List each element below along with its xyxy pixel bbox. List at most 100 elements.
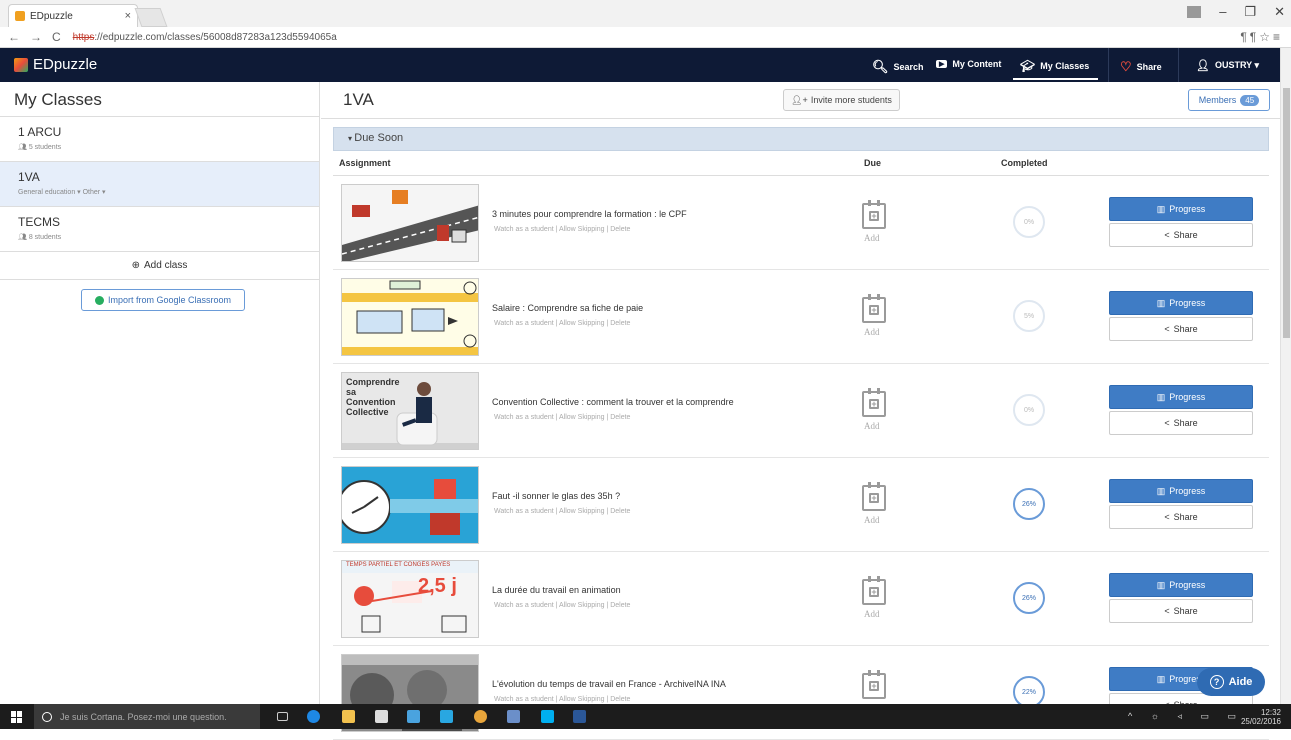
- calendar-add-icon[interactable]: +: [862, 294, 886, 323]
- minimize-icon[interactable]: –: [1219, 4, 1226, 20]
- nav-my-content[interactable]: ▶ My Content: [936, 59, 1001, 69]
- window-controls: – ❐ ✕: [1187, 4, 1285, 20]
- edpuzzle-logo[interactable]: EDpuzzle: [14, 56, 97, 73]
- reload-icon[interactable]: C: [52, 30, 61, 44]
- share-icon: <: [1164, 512, 1170, 522]
- edge-icon[interactable]: [307, 710, 320, 723]
- share-button[interactable]: <Share: [1109, 223, 1253, 247]
- assignment-actions[interactable]: Watch as a student | Allow Skipping | De…: [494, 602, 630, 609]
- video-icon: ▶: [936, 60, 948, 68]
- import-google-classroom-button[interactable]: Import from Google Classroom: [81, 289, 245, 311]
- calendar-add-icon[interactable]: +: [862, 200, 886, 229]
- help-button[interactable]: ? Aide: [1197, 668, 1265, 696]
- store-icon[interactable]: [375, 710, 388, 723]
- assignment-actions[interactable]: Watch as a student | Allow Skipping | De…: [494, 226, 630, 233]
- forward-icon[interactable]: →: [30, 30, 42, 44]
- scrollbar-thumb[interactable]: [1283, 88, 1290, 338]
- calendar-add-icon[interactable]: +: [862, 670, 886, 699]
- invite-students-button[interactable]: 👤︎+ Invite more students: [783, 89, 900, 111]
- due-soon-section-toggle[interactable]: ▾ Due Soon: [333, 127, 1269, 151]
- url-field[interactable]: https://edpuzzle.com/classes/56008d87283…: [73, 32, 337, 43]
- video-thumbnail[interactable]: TEMPS PARTIEL ET CONGÉS PAYÉS 2,5 j: [341, 560, 479, 638]
- tab-close-icon[interactable]: ×: [125, 10, 131, 22]
- search-icon: 🔍︎: [872, 59, 889, 74]
- assignment-actions[interactable]: Watch as a student | Allow Skipping | De…: [494, 696, 630, 703]
- progress-button[interactable]: ▥ Progress: [1109, 479, 1253, 503]
- due-add-label[interactable]: Add: [864, 327, 880, 337]
- page-scrollbar[interactable]: [1280, 48, 1291, 704]
- system-tray-icons[interactable]: ^ ☼ ◃ ▭ ▭: [1128, 711, 1244, 722]
- nav-my-classes[interactable]: 🎓︎ My Classes: [1020, 59, 1089, 73]
- skype-icon[interactable]: [541, 710, 554, 723]
- user-profile-icon[interactable]: [1187, 6, 1202, 18]
- calendar-add-icon[interactable]: +: [862, 482, 886, 511]
- browser-nav: ← → C: [8, 30, 61, 44]
- class-tags[interactable]: General education ▾ Other ▾: [18, 188, 301, 196]
- due-add-label[interactable]: Add: [864, 233, 880, 243]
- app-icon[interactable]: [407, 710, 420, 723]
- user-menu[interactable]: 👤︎ OUSTRY ▾: [1196, 59, 1259, 72]
- progress-label: Progress: [1169, 580, 1206, 590]
- nav-my-classes-label: My Classes: [1040, 61, 1090, 71]
- assignment-title[interactable]: 3 minutes pour comprendre la formation :…: [492, 209, 687, 219]
- new-tab-button[interactable]: [134, 8, 168, 27]
- translate-icon[interactable]: ¶: [1250, 30, 1259, 44]
- share-button[interactable]: <Share: [1109, 411, 1253, 435]
- assignment-actions[interactable]: Watch as a student | Allow Skipping | De…: [494, 320, 630, 327]
- add-class-button[interactable]: ⊕ Add class: [0, 252, 319, 280]
- star-icon[interactable]: ☆: [1259, 30, 1273, 44]
- progress-button[interactable]: ▥ Progress: [1109, 291, 1253, 315]
- sidebar-item-tecms[interactable]: TECMS 👥︎ 8 students: [0, 207, 319, 252]
- file-explorer-icon[interactable]: [342, 710, 355, 723]
- assignment-title[interactable]: Faut -il sonner le glas des 35h ?: [492, 491, 620, 501]
- restore-icon[interactable]: ❐: [1244, 4, 1256, 20]
- share-button[interactable]: <Share: [1109, 599, 1253, 623]
- video-thumbnail[interactable]: Comprendre sa Convention Collective: [341, 372, 479, 450]
- clock[interactable]: 12:32 25/02/2016: [1241, 708, 1281, 726]
- sidebar-item-1-arcu[interactable]: 1 ARCU 👥︎ 5 students: [0, 117, 319, 162]
- word-icon[interactable]: [573, 710, 586, 723]
- import-label: Import from Google Classroom: [107, 295, 232, 305]
- progress-button[interactable]: ▥ Progress: [1109, 385, 1253, 409]
- sidebar-title: My Classes: [0, 82, 319, 117]
- app-icon[interactable]: [507, 710, 520, 723]
- nav-separator: [1108, 48, 1109, 82]
- sidebar-item-1va[interactable]: 1VA General education ▾ Other ▾: [0, 162, 319, 207]
- cortana-search-box[interactable]: Je suis Cortana. Posez-moi une question.: [34, 704, 260, 729]
- members-button[interactable]: Members 45: [1188, 89, 1270, 111]
- windows-start-icon[interactable]: [11, 711, 23, 723]
- students-icon: 👥︎: [18, 234, 29, 241]
- clock-time: 12:32: [1260, 708, 1281, 717]
- assignment-actions[interactable]: Watch as a student | Allow Skipping | De…: [494, 414, 630, 421]
- assignment-title[interactable]: La durée du travail en animation: [492, 585, 621, 595]
- chrome-icon[interactable]: [474, 710, 487, 723]
- share-icon: <: [1164, 418, 1170, 428]
- due-add-label[interactable]: Add: [864, 609, 880, 619]
- calendar-add-icon[interactable]: +: [862, 388, 886, 417]
- task-view-icon[interactable]: [277, 712, 288, 721]
- app-icon[interactable]: [440, 710, 453, 723]
- close-window-icon[interactable]: ✕: [1274, 4, 1285, 20]
- nav-search[interactable]: 🔍︎ Search: [872, 59, 924, 75]
- due-add-label[interactable]: Add: [864, 515, 880, 525]
- video-thumbnail[interactable]: [341, 278, 479, 356]
- progress-button[interactable]: ▥ Progress: [1109, 197, 1253, 221]
- calendar-add-icon[interactable]: +: [862, 576, 886, 605]
- nav-share[interactable]: ♡ Share: [1120, 59, 1162, 75]
- assignment-title[interactable]: Salaire : Comprendre sa fiche de paie: [492, 303, 643, 313]
- video-thumbnail[interactable]: [341, 466, 479, 544]
- progress-button[interactable]: ▥ Progress: [1109, 573, 1253, 597]
- extension-icon[interactable]: ¶: [1240, 30, 1249, 44]
- assignment-title[interactable]: Convention Collective : comment la trouv…: [492, 397, 734, 407]
- user-icon: 👤︎: [1196, 60, 1210, 72]
- share-button[interactable]: <Share: [1109, 317, 1253, 341]
- due-add-label[interactable]: Add: [864, 421, 880, 431]
- progress-label: Progress: [1169, 298, 1206, 308]
- share-button[interactable]: <Share: [1109, 505, 1253, 529]
- assignment-actions[interactable]: Watch as a student | Allow Skipping | De…: [494, 508, 630, 515]
- video-thumbnail[interactable]: [341, 184, 479, 262]
- back-icon[interactable]: ←: [8, 30, 20, 44]
- menu-icon[interactable]: ≡: [1273, 30, 1283, 44]
- assignment-title[interactable]: L'évolution du temps de travail en Franc…: [492, 679, 726, 689]
- browser-tab[interactable]: EDpuzzle ×: [8, 4, 138, 27]
